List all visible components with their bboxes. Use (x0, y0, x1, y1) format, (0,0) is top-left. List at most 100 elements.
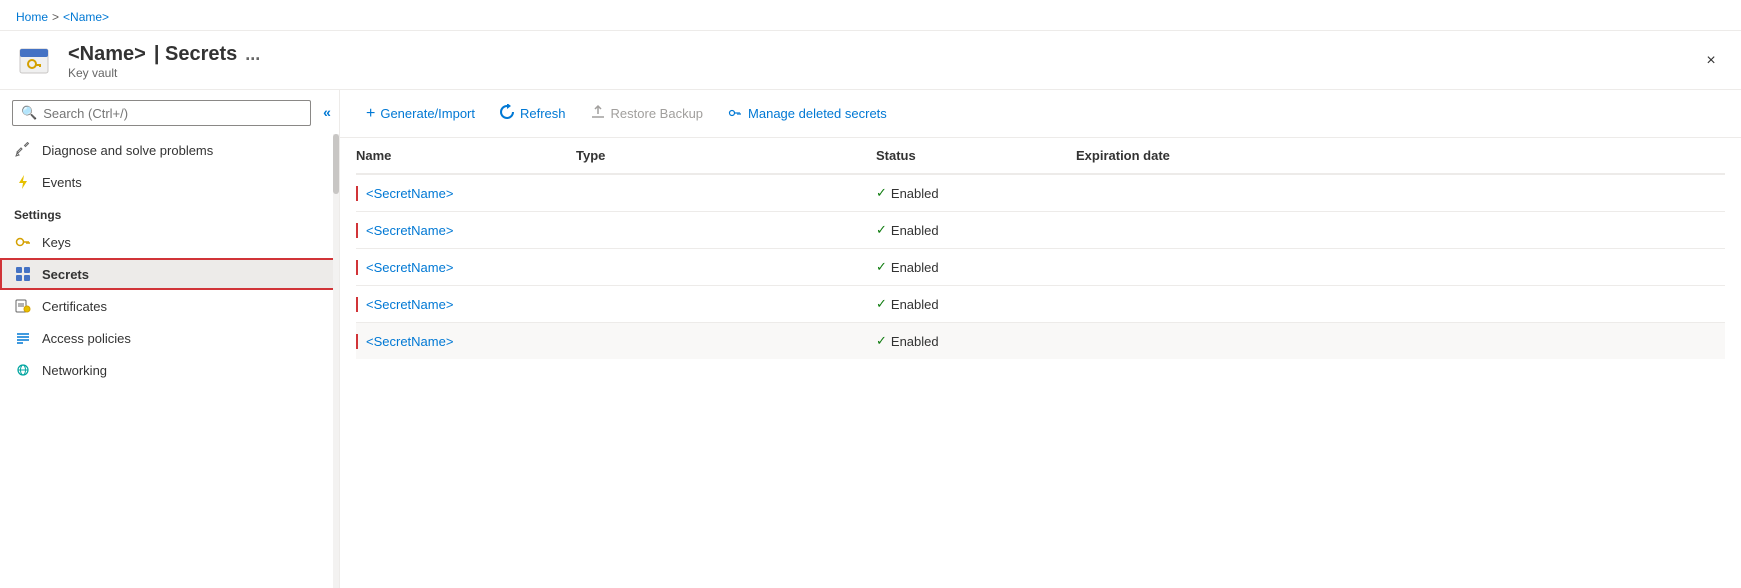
page-header: <Name> | Secrets ... Key vault × (0, 31, 1741, 90)
lightning-icon (14, 174, 32, 190)
page-title: <Name> | Secrets ... (68, 43, 260, 66)
secret-expiry-cell (1076, 323, 1725, 360)
secret-expiry-cell (1076, 286, 1725, 323)
sidebar-item-events-label: Events (42, 175, 82, 190)
key-icon (14, 234, 32, 250)
secrets-table-container: Name Type Status Expiration date <Secret… (340, 138, 1741, 588)
check-icon: ✓ (876, 296, 887, 312)
title-pipe: | Secrets (154, 43, 237, 66)
restore-backup-label: Restore Backup (611, 106, 704, 121)
resource-icon (16, 41, 56, 81)
secrets-table: Name Type Status Expiration date <Secret… (356, 138, 1725, 359)
restore-backup-button[interactable]: Restore Backup (580, 98, 714, 129)
toolbar: + Generate/Import Refresh (340, 90, 1741, 138)
secret-expiry-cell (1076, 249, 1725, 286)
list-icon (14, 330, 32, 346)
sidebar-item-access-policies-label: Access policies (42, 331, 131, 346)
certificate-icon (14, 298, 32, 314)
scrollbar-track (333, 134, 339, 588)
grid-icon (14, 266, 32, 282)
resource-subtitle: Key vault (68, 66, 260, 80)
secret-status-cell: ✓ Enabled (876, 212, 1076, 249)
sidebar-item-diagnose[interactable]: Diagnose and solve problems (0, 134, 339, 166)
key-vault-svg (18, 43, 54, 79)
secret-status-cell: ✓ Enabled (876, 286, 1076, 323)
col-status: Status (876, 138, 1076, 174)
top-bar: Home > <Name> (0, 0, 1741, 31)
more-options-btn[interactable]: ... (245, 44, 260, 65)
generate-import-button[interactable]: + Generate/Import (356, 99, 485, 129)
plus-icon: + (366, 105, 375, 123)
sidebar-item-secrets[interactable]: Secrets (0, 258, 339, 290)
secret-name-cell[interactable]: <SecretName> (356, 249, 576, 286)
secret-expiry-cell (1076, 174, 1725, 212)
network-icon (14, 362, 32, 378)
settings-section-header: Settings (0, 198, 339, 226)
manage-deleted-button[interactable]: Manage deleted secrets (717, 98, 897, 129)
secret-type-cell (576, 286, 876, 323)
secret-status-cell: ✓ Enabled (876, 323, 1076, 360)
sidebar-item-networking[interactable]: Networking (0, 354, 339, 386)
sidebar-item-certificates-label: Certificates (42, 299, 107, 314)
sidebar-scroll: Diagnose and solve problems Events Setti… (0, 134, 339, 588)
upload-icon (590, 104, 606, 123)
key-link-icon (727, 104, 743, 123)
status-enabled: ✓ Enabled (876, 259, 1064, 275)
check-icon: ✓ (876, 333, 887, 349)
search-box[interactable]: 🔍 (12, 100, 311, 126)
breadcrumb-name[interactable]: <Name> (63, 10, 109, 24)
secret-name-cell[interactable]: <SecretName> (356, 174, 576, 212)
breadcrumb-home[interactable]: Home (16, 10, 48, 24)
check-icon: ✓ (876, 259, 887, 275)
status-enabled: ✓ Enabled (876, 296, 1064, 312)
search-icon: 🔍 (21, 105, 37, 121)
scrollbar-thumb[interactable] (333, 134, 339, 194)
close-button[interactable]: × (1697, 47, 1725, 75)
sidebar-item-access-policies[interactable]: Access policies (0, 322, 339, 354)
check-icon: ✓ (876, 222, 887, 238)
secret-type-cell (576, 174, 876, 212)
secret-status-cell: ✓ Enabled (876, 249, 1076, 286)
wrench-icon (14, 142, 32, 158)
table-row: <SecretName> ✓ Enabled (356, 323, 1725, 360)
status-enabled: ✓ Enabled (876, 185, 1064, 201)
sidebar-item-keys[interactable]: Keys (0, 226, 339, 258)
secret-type-cell (576, 323, 876, 360)
secret-type-cell (576, 212, 876, 249)
secret-expiry-cell (1076, 212, 1725, 249)
secret-name-cell[interactable]: <SecretName> (356, 212, 576, 249)
sidebar: 🔍 « Diagnose and solve problems (0, 90, 340, 588)
header-title-block: <Name> | Secrets ... Key vault (68, 43, 260, 80)
content-area: + Generate/Import Refresh (340, 90, 1741, 588)
check-icon: ✓ (876, 185, 887, 201)
refresh-button[interactable]: Refresh (489, 98, 576, 129)
table-row: <SecretName> ✓ Enabled (356, 249, 1725, 286)
table-header-row: Name Type Status Expiration date (356, 138, 1725, 174)
collapse-sidebar-button[interactable]: « (315, 100, 339, 124)
table-row: <SecretName> ✓ Enabled (356, 174, 1725, 212)
breadcrumb: Home > <Name> (16, 10, 109, 24)
col-expiration: Expiration date (1076, 138, 1725, 174)
manage-deleted-label: Manage deleted secrets (748, 106, 887, 121)
refresh-label: Refresh (520, 106, 566, 121)
table-row: <SecretName> ✓ Enabled (356, 212, 1725, 249)
sidebar-item-certificates[interactable]: Certificates (0, 290, 339, 322)
refresh-icon (499, 104, 515, 123)
status-enabled: ✓ Enabled (876, 222, 1064, 238)
sidebar-item-networking-label: Networking (42, 363, 107, 378)
table-row: <SecretName> ✓ Enabled (356, 286, 1725, 323)
resource-name: <Name> (68, 43, 146, 66)
search-input[interactable] (43, 106, 302, 121)
col-type: Type (576, 138, 876, 174)
secret-status-cell: ✓ Enabled (876, 174, 1076, 212)
status-enabled: ✓ Enabled (876, 333, 1064, 349)
sidebar-item-secrets-label: Secrets (42, 267, 89, 282)
generate-import-label: Generate/Import (380, 106, 475, 121)
sidebar-item-diagnose-label: Diagnose and solve problems (42, 143, 213, 158)
secret-type-cell (576, 249, 876, 286)
secret-name-cell[interactable]: <SecretName> (356, 286, 576, 323)
secret-name-cell[interactable]: <SecretName> (356, 323, 576, 360)
sidebar-item-events[interactable]: Events (0, 166, 339, 198)
col-name: Name (356, 138, 576, 174)
main-container: 🔍 « Diagnose and solve problems (0, 90, 1741, 588)
